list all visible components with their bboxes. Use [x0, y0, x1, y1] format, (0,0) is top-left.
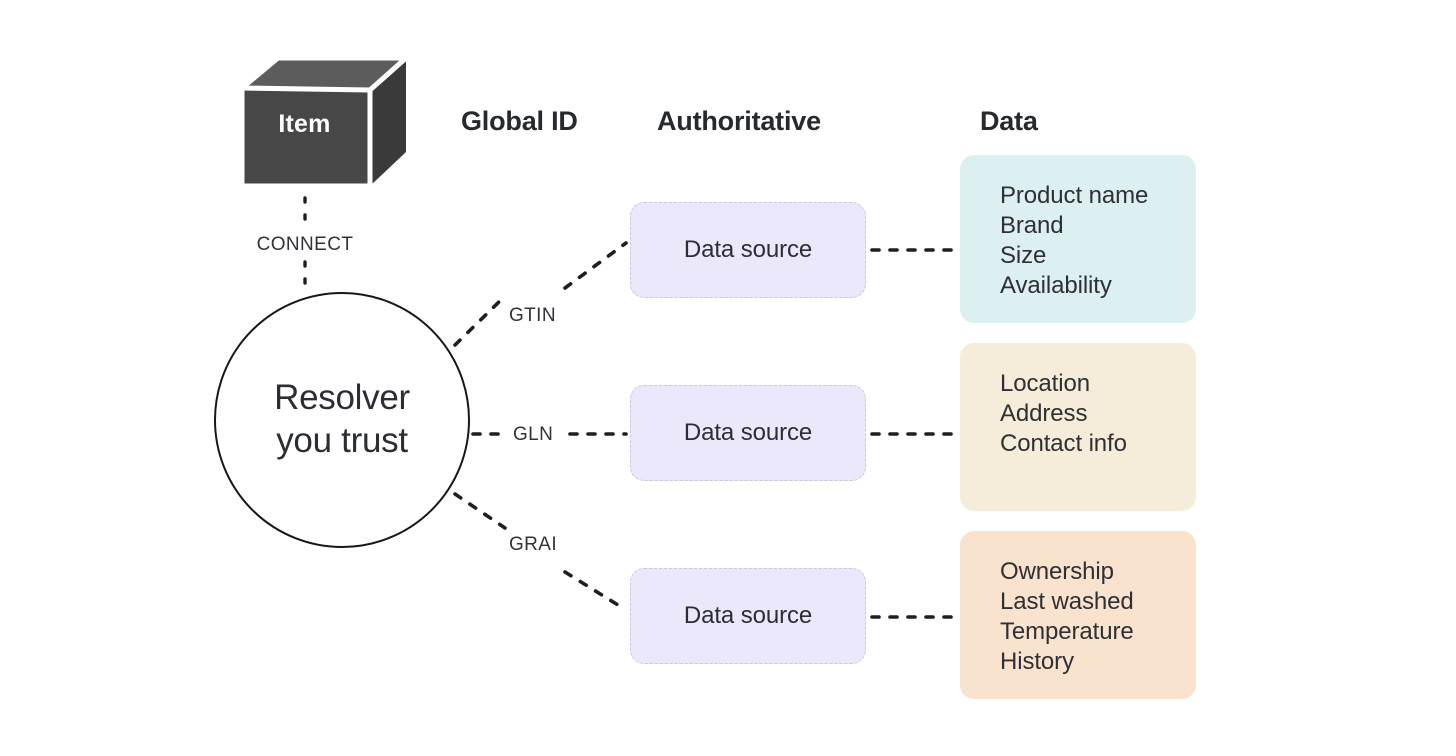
connect-label: CONNECT: [256, 234, 354, 255]
data-panel-item: Brand: [1000, 212, 1064, 239]
data-source-box-grai[interactable]: Data source: [630, 568, 866, 664]
id-label-gln: GLN: [513, 424, 554, 445]
data-panel-item: Temperature: [1000, 618, 1134, 645]
data-panel-item: History: [1000, 648, 1074, 675]
cube-icon: [235, 51, 409, 193]
data-panel-item: Ownership: [1000, 558, 1114, 585]
data-panel-item: Last washed: [1000, 588, 1134, 615]
column-header-data: Data: [980, 106, 1038, 136]
resolver-label: Resolver you trust: [274, 378, 410, 460]
resolver-circle: Resolver you trust: [214, 292, 470, 548]
data-panel-gln: Location Address Contact info: [960, 343, 1196, 511]
id-label-grai: GRAI: [509, 534, 558, 555]
data-panel-item: Location: [1000, 370, 1090, 397]
diagram-canvas: Global ID Authoritative Data Item CONNEC…: [0, 0, 1456, 756]
data-source-box-gtin[interactable]: Data source: [630, 202, 866, 298]
connector-gtin-to-data-source-1: [563, 241, 628, 290]
data-panel-item: Address: [1000, 400, 1088, 427]
data-panel-item: Product name: [1000, 182, 1149, 209]
data-panel-grai: Ownership Last washed Temperature Histor…: [960, 531, 1196, 699]
item-cube: Item: [232, 50, 412, 195]
connector-grai-to-data-source-3: [563, 570, 628, 612]
data-source-label: Data source: [683, 236, 813, 263]
column-header-global-id: Global ID: [461, 106, 578, 136]
id-label-gtin: GTIN: [509, 305, 556, 326]
data-panel-item: Contact info: [1000, 430, 1127, 457]
data-source-box-gln[interactable]: Data source: [630, 385, 866, 481]
data-panel-item: Availability: [1000, 272, 1112, 299]
connector-resolver-to-gtin: [453, 294, 507, 347]
connector-resolver-to-grai: [453, 492, 507, 530]
data-source-label: Data source: [683, 419, 813, 446]
data-panel-item: Size: [1000, 242, 1047, 269]
data-panel-gtin: Product name Brand Size Availability: [960, 155, 1196, 323]
data-source-label: Data source: [683, 602, 813, 629]
column-header-authoritative: Authoritative: [657, 106, 821, 136]
